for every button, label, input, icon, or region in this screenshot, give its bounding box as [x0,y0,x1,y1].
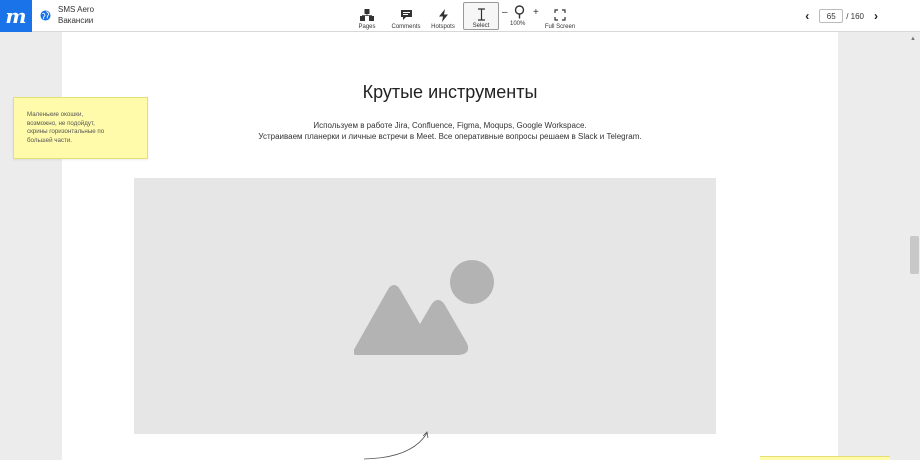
hotspots-label: Hotspots [431,24,455,30]
sticky-note-line: скрины горизонтальные по [27,128,105,135]
sticky-note-line: большей части. [27,136,73,144]
scrollbar-thumb[interactable] [910,236,919,274]
comments-label: Comments [391,24,421,30]
pages-icon [360,8,374,22]
fullscreen-label: Full Screen [544,24,576,30]
select-button[interactable]: Select [463,2,499,30]
globe-icon[interactable] [40,10,51,21]
magnifier-icon[interactable] [514,5,525,19]
page-number-input[interactable]: 65 [819,9,844,23]
pages-button[interactable]: Pages [354,2,380,30]
page-description: Используем в работе Jira, Confluence, Fi… [62,120,838,142]
fullscreen-button[interactable]: Full Screen [542,2,578,30]
zoom-in-button[interactable]: + [533,7,539,18]
description-line-2: Устраиваем планерки и личные встречи в M… [258,132,642,141]
project-name: SMS Aero [58,5,95,14]
project-info[interactable]: SMS Aero Вакансии [58,4,94,26]
image-placeholder [134,178,716,434]
sticky-note-line: Маленькие окошки, [27,111,84,118]
zoom-control: – + 100% [500,3,542,29]
scroll-up-arrow-icon[interactable]: ▲ [910,36,916,42]
image-placeholder-icon [354,260,494,355]
comment-icon [400,8,413,22]
prototype-page: Крутые инструменты Используем в работе J… [62,32,838,460]
zoom-value: 100% [510,21,526,27]
page-name: Вакансии [58,16,94,25]
page-heading: Крутые инструменты [362,82,538,102]
sticky-note[interactable]: Маленькие окошки, возможно, не подойдут,… [13,97,148,159]
pages-label: Pages [358,24,376,30]
sticky-note-partial[interactable] [760,456,890,460]
annotation-arrow [363,431,429,460]
app-logo[interactable]: m [0,0,32,32]
select-label: Select [472,23,490,29]
page-total: / 160 [846,11,864,21]
comments-button[interactable]: Comments [388,2,424,30]
sticky-note-line: возможно, не подойдут, [27,119,95,127]
zoom-out-button[interactable]: – [502,7,508,18]
hotspots-button[interactable]: Hotspots [429,2,457,30]
fullscreen-icon [554,8,566,22]
description-line-1: Используем в работе Jira, Confluence, Fi… [313,121,587,130]
prev-page-button[interactable]: ‹ [801,9,813,23]
text-cursor-icon [477,7,486,21]
top-toolbar: m SMS Aero Вакансии Pages Comments Hotsp… [0,0,920,32]
page-navigator: ‹ 65 / 160 › [801,8,882,24]
lightning-icon [438,8,448,22]
next-page-button[interactable]: › [870,9,882,23]
